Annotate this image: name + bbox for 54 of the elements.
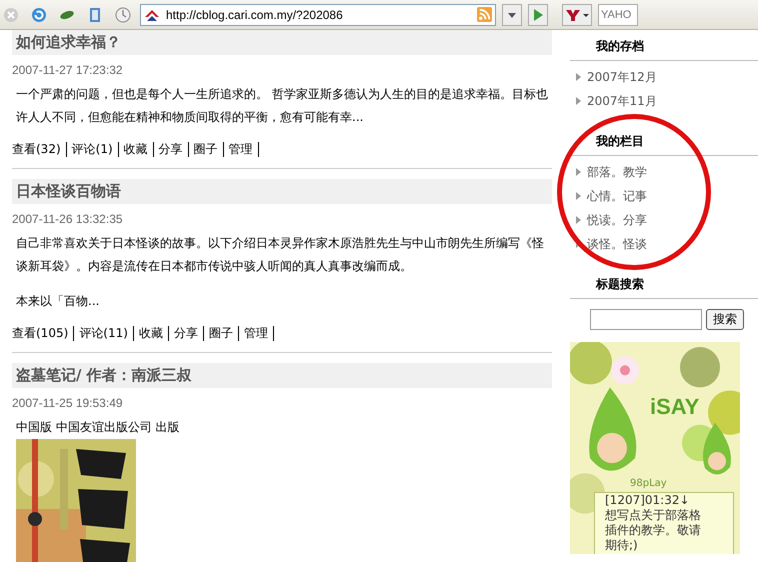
post-action-link[interactable]: 收藏 — [118, 141, 153, 158]
post-action-link[interactable]: 收藏 — [134, 325, 168, 342]
message-text: 想写点关于部落格 — [605, 508, 702, 523]
title-search-field[interactable] — [590, 309, 702, 330]
post-action-link[interactable]: 查看(105) — [12, 325, 74, 342]
sidebar-link[interactable]: 心情。记事 — [587, 188, 647, 204]
search-field[interactable]: YAHO — [598, 4, 638, 26]
post-action-link[interactable]: 查看(32) — [12, 141, 66, 158]
message-text: 插件的教学。敬请 — [605, 523, 702, 538]
logo-icon[interactable] — [562, 4, 592, 26]
post-action-link[interactable]: 评论(11) — [74, 325, 133, 342]
sidebar-link[interactable]: 悦读。分享 — [587, 212, 647, 228]
widget-brand: iSAY — [650, 394, 700, 420]
clock-icon[interactable] — [115, 6, 131, 22]
post-title[interactable]: 日本怪谈百物语 — [12, 179, 552, 204]
post-title[interactable]: 如何追求幸福？ — [12, 30, 552, 55]
search-button[interactable]: 搜索 — [706, 309, 744, 330]
triangle-icon — [576, 192, 581, 200]
go-icon[interactable] — [528, 4, 548, 26]
message-text: 期待;) — [605, 538, 639, 553]
sidebar-heading: 我的存档 — [570, 30, 758, 61]
post-action-link[interactable]: 分享 — [168, 325, 203, 342]
triangle-icon — [576, 97, 581, 105]
post-text: 一个严肃的问题，但也是每个人一生所追求的。 哲学家亚斯多德认为人生的目的是追求幸福。目标也许人人不同，但愈能在精神和物质间取得的平衡，愈有可能有幸... — [16, 86, 549, 126]
post-action-link[interactable]: 评论(1) — [66, 141, 118, 158]
url-text: http://cblog.cari.com.my/?202086 — [166, 8, 344, 22]
sidebar-link[interactable]: 谈怪。怪谈 — [587, 236, 647, 252]
sidebar-link[interactable]: 部落。教学 — [587, 164, 647, 180]
post-text: 中国版 中国友谊出版公司 出版 — [16, 419, 181, 436]
post-text: 自己非常喜欢关于日本怪谈的故事。以下介绍日本灵异作家木原浩胜先生与中山市朗先生所编写《怪谈新耳袋》。内容是流传在日本都市传说中骇人听闻的真人真事改编而成。 — [16, 235, 545, 275]
address-field[interactable]: http://cblog.cari.com.my/?202086 — [140, 4, 496, 26]
bookmark-icon[interactable] — [87, 6, 103, 22]
post-date: 2007-11-26 13:32:35 — [12, 212, 124, 226]
post-date: 2007-11-27 17:23:32 — [12, 63, 124, 77]
post-action-link[interactable]: 管理 — [224, 141, 258, 158]
sidebar-link[interactable]: 2007年11月 — [587, 92, 657, 110]
post-action-link[interactable]: 管理 — [238, 325, 273, 342]
message-text: [1207]01:32↓ — [605, 493, 691, 508]
widget-sublabel: 98pLay — [630, 478, 667, 489]
sidebar-heading: 标题搜索 — [570, 268, 758, 299]
post-title[interactable]: 盗墓笔记/ 作者：南派三叔 — [12, 363, 552, 388]
triangle-icon — [576, 168, 581, 176]
feed-icon[interactable] — [477, 7, 492, 22]
post-text: 本来以「百物... — [16, 293, 100, 310]
dropdown-icon[interactable] — [502, 4, 522, 26]
sidebar-link[interactable]: 2007年12月 — [587, 68, 657, 86]
post-action-link[interactable]: 圈子 — [188, 141, 223, 158]
post-date: 2007-11-25 19:53:49 — [12, 396, 124, 410]
refresh-icon[interactable] — [31, 6, 47, 22]
sidebar-heading: 我的栏目 — [570, 125, 758, 156]
triangle-icon — [576, 216, 581, 224]
post-action-link[interactable]: 圈子 — [204, 325, 238, 342]
triangle-icon — [576, 73, 581, 81]
post-action-link[interactable]: 分享 — [154, 141, 188, 158]
